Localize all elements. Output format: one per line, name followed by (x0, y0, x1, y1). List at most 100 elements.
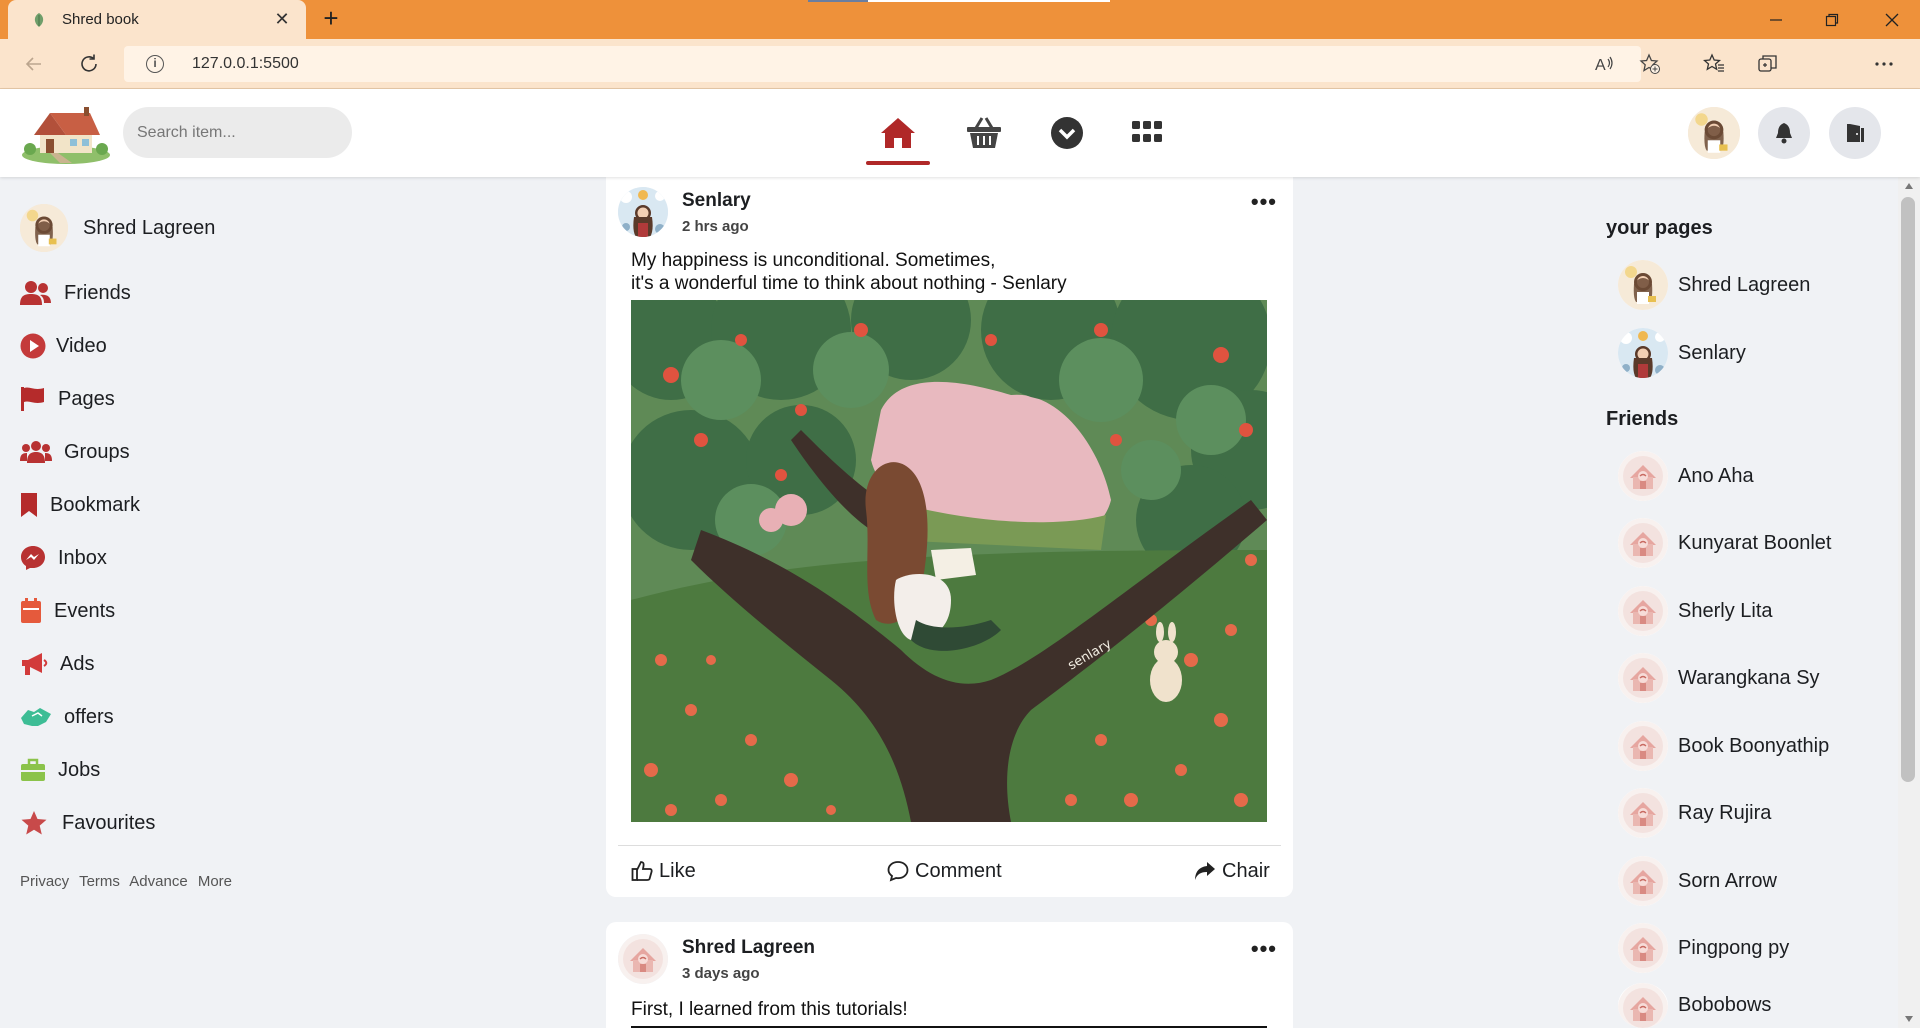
nav-marketplace[interactable] (952, 107, 1016, 159)
friend-name: Ray Rujira (1678, 801, 1772, 824)
friend-name: Sherly Lita (1678, 599, 1773, 622)
browser-tab-strip: Shred book ✕ + (0, 0, 1920, 39)
handshake-icon (21, 708, 51, 726)
post-text: First, I learned from this tutorials! (631, 998, 908, 1021)
restore-icon[interactable] (1804, 0, 1860, 39)
sidebar-item-offers[interactable]: offers (20, 701, 114, 733)
post-divider (618, 845, 1281, 846)
avatar (1618, 923, 1668, 973)
friend-item[interactable]: Bobobows (1618, 983, 1771, 1028)
back-icon[interactable] (18, 48, 50, 80)
avatar (1618, 983, 1668, 1028)
minimize-icon[interactable] (1748, 0, 1804, 39)
url-field[interactable]: i 127.0.0.1:5500 A (124, 46, 1660, 82)
like-button[interactable]: Like (631, 855, 696, 887)
post-options-icon[interactable]: ••• (1251, 191, 1277, 213)
nav-home[interactable] (866, 107, 930, 165)
sidebar-item-label: offers (64, 705, 114, 728)
post-header: Shred Lagreen 3 days ago (618, 934, 815, 984)
footer-link-more[interactable]: More (198, 873, 232, 890)
home-icon (881, 118, 915, 148)
share-button[interactable]: Chair (1194, 855, 1270, 887)
comment-label: Comment (915, 859, 1002, 882)
friend-item[interactable]: Warangkana Sy (1618, 653, 1820, 703)
avatar (1618, 260, 1668, 310)
post-header: Senlary 2 hrs ago (618, 187, 751, 237)
collections-icon[interactable] (1752, 48, 1784, 80)
post-options-icon[interactable]: ••• (1251, 938, 1277, 960)
footer-link-terms[interactable]: Terms (79, 873, 120, 890)
sidebar-item-friends[interactable]: Friends (20, 277, 131, 309)
post-time: 3 days ago (682, 964, 760, 982)
new-tab-icon[interactable]: + (318, 5, 344, 32)
nav-more[interactable] (1035, 107, 1099, 159)
sidebar-item-ads[interactable]: Ads (20, 648, 94, 680)
notifications-button[interactable] (1758, 107, 1810, 159)
more-menu-icon[interactable] (1868, 48, 1900, 80)
friend-item[interactable]: Ray Rujira (1618, 788, 1771, 838)
house-logo-icon[interactable] (20, 103, 112, 165)
friend-item[interactable]: Book Boonyathip (1618, 721, 1829, 771)
scroll-up-arrow-icon[interactable] (1905, 183, 1913, 189)
nav-menu[interactable] (1115, 107, 1179, 159)
avatar (1618, 328, 1668, 378)
post-text-line: My happiness is unconditional. Sometimes… (631, 250, 996, 271)
friend-item[interactable]: Ano Aha (1618, 451, 1754, 501)
close-window-icon[interactable] (1864, 0, 1920, 39)
grid-icon (1132, 121, 1162, 142)
post-image[interactable]: senlary (631, 300, 1267, 822)
url-text: 127.0.0.1:5500 (192, 55, 299, 72)
friend-item[interactable]: Pingpong py (1618, 923, 1789, 973)
friend-name: Bobobows (1678, 994, 1772, 1016)
sidebar-item-groups[interactable]: Groups (20, 436, 130, 468)
avatar[interactable] (618, 934, 668, 984)
sidebar-item-label: Pages (58, 387, 115, 410)
footer-link-advance[interactable]: Advance (129, 873, 187, 890)
page-item[interactable]: Senlary (1618, 328, 1746, 378)
sidebar-item-pages[interactable]: Pages (20, 383, 115, 415)
tab-close-icon[interactable]: ✕ (272, 9, 292, 30)
bookmark-icon (21, 493, 37, 517)
read-aloud-icon[interactable]: A (1592, 52, 1616, 76)
footer-link-privacy[interactable]: Privacy (20, 873, 69, 890)
profile-link[interactable]: Shred Lagreen (20, 204, 215, 252)
tab-drag-indicator (808, 0, 1110, 2)
post-author[interactable]: Senlary (682, 190, 751, 212)
search-input[interactable] (123, 107, 352, 158)
leaf-favicon-icon (34, 12, 44, 27)
page-item[interactable]: Shred Lagreen (1618, 260, 1810, 310)
sidebar-item-video[interactable]: Video (20, 330, 107, 362)
header-avatar[interactable] (1688, 107, 1740, 159)
avatar[interactable] (618, 187, 668, 237)
sidebar-item-events[interactable]: Events (20, 595, 115, 627)
post-author[interactable]: Shred Lagreen (682, 937, 815, 959)
sidebar-item-jobs[interactable]: Jobs (20, 754, 100, 786)
sidebar-item-bookmark[interactable]: Bookmark (20, 489, 140, 521)
friend-item[interactable]: Sorn Arrow (1618, 856, 1777, 906)
avatar (1618, 586, 1668, 636)
footer-links: Privacy Terms Advance More (20, 873, 238, 890)
friend-item[interactable]: Sherly Lita (1618, 586, 1773, 636)
scroll-down-arrow-icon[interactable] (1905, 1016, 1913, 1022)
flag-icon (21, 387, 44, 411)
star-icon (21, 811, 47, 835)
refresh-icon[interactable] (73, 48, 105, 80)
sidebar-item-inbox[interactable]: Inbox (20, 542, 107, 574)
browser-tab[interactable]: Shred book ✕ (8, 0, 306, 39)
friend-name: Sorn Arrow (1678, 869, 1777, 892)
calendar-icon (21, 598, 41, 623)
site-info-icon[interactable]: i (146, 55, 164, 73)
thumbs-up-icon (631, 861, 653, 881)
scroll-thumb[interactable] (1901, 197, 1915, 782)
add-favorite-icon[interactable] (1638, 52, 1662, 76)
logout-button[interactable] (1829, 107, 1881, 159)
comment-button[interactable]: Comment (887, 855, 1002, 887)
friend-item[interactable]: Kunyarat Boonlet (1618, 518, 1831, 568)
briefcase-icon (21, 758, 45, 781)
friend-name: Warangkana Sy (1678, 666, 1820, 689)
favorites-icon[interactable] (1698, 48, 1730, 80)
section-title-pages: your pages (1606, 217, 1713, 239)
avatar (1618, 788, 1668, 838)
sidebar-item-favourites[interactable]: Favourites (20, 807, 155, 839)
page-scrollbar[interactable] (1898, 177, 1920, 1028)
